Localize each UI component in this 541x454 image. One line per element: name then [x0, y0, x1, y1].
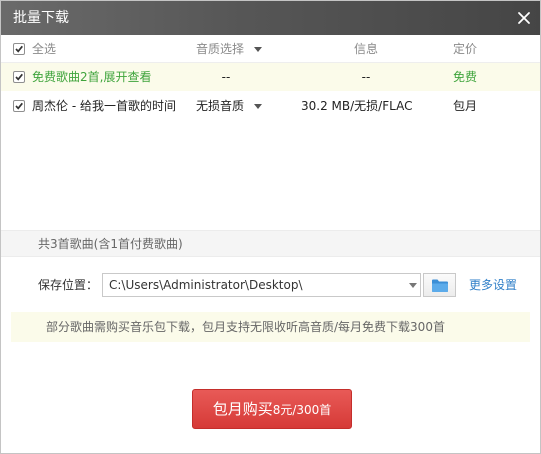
- save-path-input[interactable]: [102, 273, 421, 297]
- row-quality: --: [221, 70, 231, 84]
- window-title: 批量下载: [13, 10, 69, 26]
- buy-button-label: 包月购买: [212, 400, 273, 418]
- column-header-row: 全选 音质选择 信息 定价: [1, 35, 540, 63]
- song-title: 周杰伦 - 给我一首歌的时间: [32, 99, 176, 113]
- save-location-label: 保存位置：: [38, 278, 99, 292]
- free-songs-expand-link[interactable]: 免费歌曲2首,展开查看: [32, 63, 151, 91]
- list-item-song[interactable]: 周杰伦 - 给我一首歌的时间 无损音质 30.2 MB/无损/FLAC 包月: [1, 92, 540, 120]
- notice-banner: 部分歌曲需购买音乐包下载，包月支持无限收听高音质/每月免费下载300首: [11, 312, 530, 342]
- list-item-free-songs[interactable]: 免费歌曲2首,展开查看 -- -- 免费: [1, 63, 540, 91]
- title-bar: 批量下载: [1, 1, 540, 35]
- row-price: 免费: [453, 70, 478, 84]
- monthly-purchase-button[interactable]: 包月购买8元/300首: [192, 389, 352, 429]
- notice-text: 部分歌曲需购买音乐包下载，包月支持无限收听高音质/每月免费下载300首: [46, 320, 445, 334]
- select-all-label: 全选: [32, 42, 57, 56]
- row-checkbox[interactable]: [13, 71, 25, 83]
- chevron-down-icon[interactable]: [254, 104, 262, 109]
- info-column-header: 信息: [354, 42, 379, 56]
- browse-folder-button[interactable]: [423, 273, 456, 297]
- buy-button-price: 8元/300首: [272, 403, 332, 417]
- check-icon: [15, 102, 23, 110]
- quality-column-header[interactable]: 音质选择: [196, 35, 244, 63]
- select-all-checkbox[interactable]: [13, 43, 25, 55]
- chevron-down-icon[interactable]: [254, 47, 262, 52]
- close-button[interactable]: [514, 8, 534, 28]
- folder-icon: [432, 279, 448, 292]
- row-info: 30.2 MB/无损/FLAC: [301, 99, 413, 113]
- price-column-header: 定价: [453, 42, 478, 56]
- song-count-summary: 共3首歌曲(含1首付费歌曲): [38, 237, 183, 251]
- row-price: 包月: [453, 99, 478, 113]
- check-icon: [15, 45, 23, 53]
- row-checkbox[interactable]: [13, 100, 25, 112]
- song-list-empty-area: [1, 120, 540, 230]
- more-settings-link[interactable]: 更多设置: [469, 277, 517, 293]
- chevron-down-icon[interactable]: [409, 283, 417, 288]
- summary-bar: 共3首歌曲(含1首付费歌曲): [1, 230, 540, 257]
- check-icon: [15, 73, 23, 81]
- row-info: --: [361, 70, 371, 84]
- quality-select[interactable]: 无损音质: [196, 92, 244, 120]
- batch-download-dialog: 批量下载 全选 音质选择 信息 定价 免费歌曲2首,展开查看 -- -- 免费: [0, 0, 541, 454]
- close-icon: [518, 12, 530, 24]
